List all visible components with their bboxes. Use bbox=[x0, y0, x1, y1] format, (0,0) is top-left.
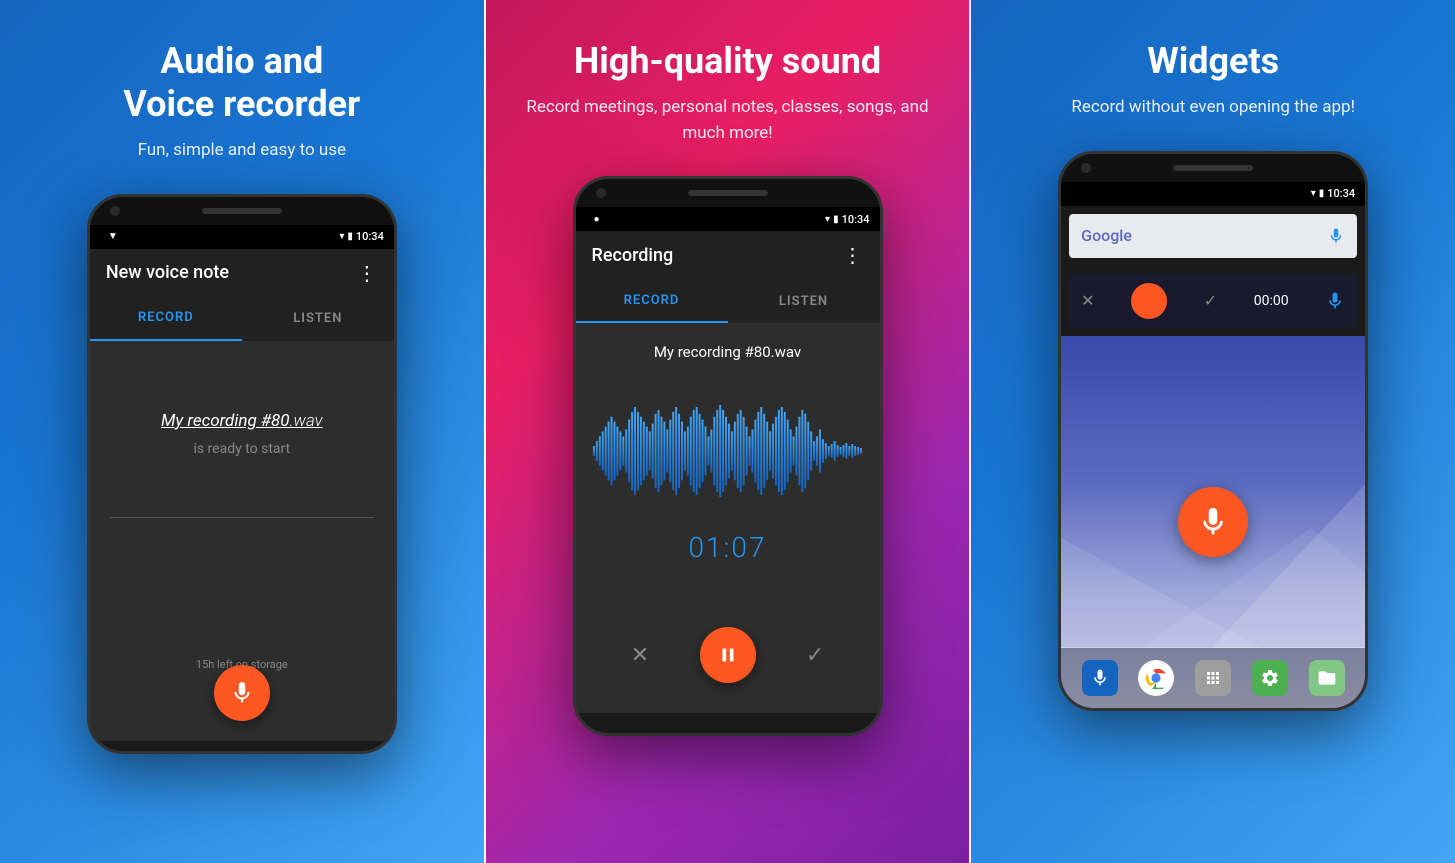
recording-screen-2: My recording #80.wav bbox=[576, 323, 880, 713]
dock-apps-icon[interactable] bbox=[1195, 660, 1231, 696]
files-svg bbox=[1317, 668, 1337, 688]
settings-svg bbox=[1260, 668, 1280, 688]
tab-bar-1: RECORD LISTEN bbox=[90, 297, 394, 341]
wifi-icon-1: ▾ bbox=[339, 231, 344, 242]
app-bar-2: Recording ⋮ bbox=[576, 231, 880, 279]
bottom-controls-2: ✕ ✓ bbox=[576, 612, 880, 698]
google-text: Google bbox=[1081, 226, 1132, 245]
panel-middle-title: High-quality sound bbox=[574, 40, 881, 83]
check-icon-2[interactable]: ✓ bbox=[806, 643, 824, 668]
widget-time: 00:00 bbox=[1254, 293, 1289, 309]
widget-mic-icon bbox=[1325, 291, 1345, 311]
phone-speaker-3 bbox=[1173, 165, 1253, 171]
phone-camera-3 bbox=[1081, 163, 1091, 173]
phone-inner-3: Google ✕ ✓ 00:00 bbox=[1061, 206, 1365, 708]
widget-check-icon[interactable]: ✓ bbox=[1204, 291, 1217, 310]
waveform-2 bbox=[591, 391, 865, 511]
pause-button-2[interactable] bbox=[700, 627, 756, 683]
battery-icon-3: ▮ bbox=[1319, 188, 1325, 199]
menu-dots-1[interactable]: ⋮ bbox=[357, 261, 378, 285]
app-bar-title-2: Recording bbox=[592, 245, 674, 266]
status-time-1: 10:34 bbox=[356, 230, 384, 243]
status-bar-1: ▼ ▾ ▮ 10:34 bbox=[90, 225, 394, 249]
phone-bottom-3 bbox=[1061, 708, 1365, 711]
panel-right-title: Widgets bbox=[1147, 40, 1279, 83]
apps-svg bbox=[1204, 669, 1222, 687]
recording-filename-1: My recording #80.wav bbox=[161, 411, 323, 431]
dock-settings-icon[interactable] bbox=[1252, 660, 1288, 696]
ready-text-1: is ready to start bbox=[193, 441, 290, 457]
mic-icon-1 bbox=[229, 680, 255, 706]
widget-record-button[interactable] bbox=[1131, 283, 1167, 319]
bottom-dock-3 bbox=[1061, 648, 1365, 708]
phone-speaker-2 bbox=[688, 190, 768, 196]
phone-camera-1 bbox=[110, 206, 120, 216]
menu-dots-2[interactable]: ⋮ bbox=[843, 243, 864, 267]
fab-button-1[interactable] bbox=[214, 665, 270, 721]
tab-record-2[interactable]: RECORD bbox=[576, 279, 728, 323]
decorative-shapes bbox=[1061, 398, 1368, 648]
panel-middle-subtitle: Record meetings, personal notes, classes… bbox=[516, 95, 940, 146]
phone-top-bar-2 bbox=[576, 179, 880, 207]
app-bar-title-1: New voice note bbox=[106, 262, 229, 283]
waveform-svg-2 bbox=[591, 401, 865, 501]
app-bar-1: New voice note ⋮ bbox=[90, 249, 394, 297]
phone-2: ● ▾ ▮ 10:34 Recording ⋮ RECORD LISTEN bbox=[573, 176, 883, 736]
status-icons-1: ▾ ▮ 10:34 bbox=[339, 230, 383, 243]
widget-recorder: ✕ ✓ 00:00 bbox=[1069, 274, 1357, 328]
recording-file-2: My recording #80.wav bbox=[654, 343, 801, 361]
phone-camera-2 bbox=[596, 188, 606, 198]
status-bar-3: ▾ ▮ 10:34 bbox=[1061, 182, 1365, 206]
phone-top-bar-1 bbox=[90, 197, 394, 225]
wifi-icon-3: ▾ bbox=[1311, 188, 1316, 199]
phone-speaker-1 bbox=[202, 208, 282, 214]
phone-inner-2: Recording ⋮ RECORD LISTEN My recording #… bbox=[576, 231, 880, 733]
dock-mic-svg bbox=[1090, 668, 1110, 688]
close-icon-2[interactable]: ✕ bbox=[631, 643, 649, 668]
tab-listen-2[interactable]: LISTEN bbox=[728, 279, 880, 323]
panel-left: Audio and Voice recorder Fun, simple and… bbox=[0, 0, 484, 863]
panel-left-subtitle: Fun, simple and easy to use bbox=[138, 138, 346, 164]
phone-bottom-1 bbox=[90, 751, 394, 754]
tab-listen-1[interactable]: LISTEN bbox=[242, 297, 394, 341]
record-screen-1: My recording #80.wav is ready to start 1… bbox=[90, 341, 394, 741]
phone-top-bar-3 bbox=[1061, 154, 1365, 182]
status-time-2: 10:34 bbox=[842, 213, 870, 226]
panel-right: Widgets Record without even opening the … bbox=[971, 0, 1455, 863]
pause-icon-2 bbox=[717, 644, 739, 666]
phone-inner-1: New voice note ⋮ RECORD LISTEN My record… bbox=[90, 249, 394, 751]
status-time-3: 10:34 bbox=[1327, 187, 1355, 200]
home-screen-3 bbox=[1061, 336, 1365, 708]
status-icons-3: ▾ ▮ 10:34 bbox=[1311, 187, 1355, 200]
phone-1: ▼ ▾ ▮ 10:34 New voice note ⋮ RECORD LIST… bbox=[87, 194, 397, 754]
status-bar-2: ● ▾ ▮ 10:34 bbox=[576, 207, 880, 231]
battery-icon-2: ▮ bbox=[833, 214, 839, 225]
status-icons-2: ▾ ▮ 10:34 bbox=[825, 213, 869, 226]
wifi-icon-2: ▾ bbox=[825, 214, 830, 225]
panel-left-title: Audio and Voice recorder bbox=[123, 40, 360, 126]
phone-bottom-2 bbox=[576, 733, 880, 736]
dock-files-icon[interactable] bbox=[1309, 660, 1345, 696]
dock-chrome-icon[interactable] bbox=[1138, 660, 1174, 696]
google-mic-icon[interactable] bbox=[1327, 227, 1345, 245]
tab-record-1[interactable]: RECORD bbox=[90, 297, 242, 341]
battery-icon-1: ▮ bbox=[347, 231, 353, 242]
panel-right-subtitle: Record without even opening the app! bbox=[1071, 95, 1355, 121]
widget-close-icon[interactable]: ✕ bbox=[1081, 291, 1094, 310]
timer-display-2: 01:07 bbox=[688, 531, 766, 564]
dock-mic-icon[interactable] bbox=[1082, 660, 1118, 696]
phone-3: ▾ ▮ 10:34 Google ✕ ✓ 00:00 bbox=[1058, 151, 1368, 711]
tab-bar-2: RECORD LISTEN bbox=[576, 279, 880, 323]
google-search-bar[interactable]: Google bbox=[1069, 214, 1357, 258]
chrome-svg bbox=[1145, 667, 1167, 689]
panel-middle: High-quality sound Record meetings, pers… bbox=[486, 0, 970, 863]
